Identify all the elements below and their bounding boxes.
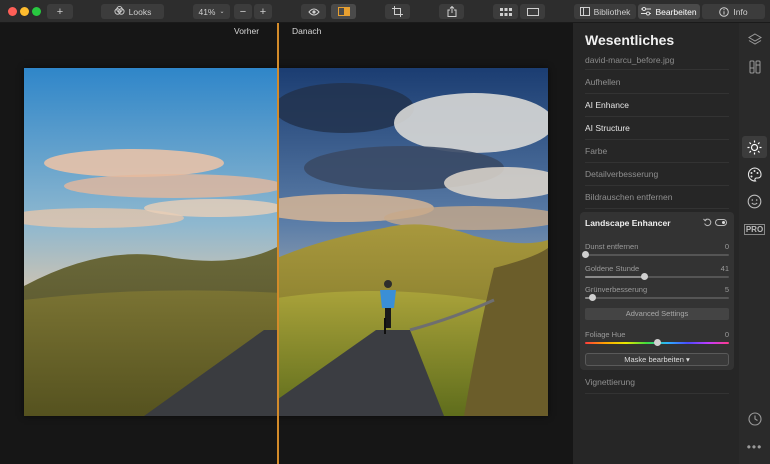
zoom-select[interactable]: 41% ⌄ (193, 4, 230, 19)
slider-label: Grünverbesserung (585, 285, 648, 294)
tool-category-rail: PRO ••• (739, 23, 770, 464)
slider-fill (585, 276, 645, 278)
hue-slider-track[interactable] (585, 339, 729, 346)
section-label: AI Enhance (585, 100, 629, 110)
slider-goldene-stunde[interactable]: Goldene Stunde 41 (585, 264, 729, 284)
sliders-icon (641, 7, 652, 16)
zoom-value: 41% (198, 6, 216, 17)
slider-track[interactable] (581, 251, 729, 258)
tab-label: Bibliothek (593, 6, 631, 17)
section-ai-structure[interactable]: AI Structure (585, 117, 729, 140)
looks-icon (114, 6, 125, 15)
panel-title: Wesentliches (585, 32, 675, 48)
zoom-window-button[interactable] (32, 7, 41, 16)
section-label: Farbe (585, 146, 608, 156)
section-ai-enhance[interactable]: AI Enhance (585, 94, 729, 117)
split-view-icon (337, 7, 350, 16)
share-icon (447, 6, 456, 17)
history-icon[interactable] (746, 410, 763, 427)
crop-button[interactable] (385, 4, 410, 19)
grid-icon (499, 7, 512, 16)
slider-track[interactable] (585, 273, 729, 280)
tool-enable-toggle[interactable] (715, 219, 727, 226)
plus-icon: + (56, 5, 64, 18)
before-label: Vorher (234, 26, 260, 36)
crop-icon (392, 6, 403, 17)
single-image-icon (526, 7, 539, 16)
adjust-sliders-icon[interactable] (746, 58, 763, 75)
section-farbe[interactable]: Farbe (585, 140, 729, 163)
slider-knob[interactable] (581, 251, 589, 258)
minus-icon: − (239, 5, 247, 18)
slider-track[interactable] (585, 294, 729, 301)
slider-value: 41 (720, 264, 729, 273)
slider-foliage-hue[interactable]: Foliage Hue 0 (585, 330, 729, 350)
slider-value: 5 (724, 285, 729, 294)
looks-label: Looks (128, 6, 152, 17)
info-icon (719, 6, 730, 17)
divider (585, 69, 729, 70)
more-icon[interactable]: ••• (746, 438, 763, 455)
sun-icon[interactable] (742, 136, 767, 158)
slider-gruenverbesserung[interactable]: Grünverbesserung 5 (585, 285, 729, 305)
chevron-down-icon: ⌄ (219, 9, 225, 15)
minimize-window-button[interactable] (20, 7, 29, 16)
add-button[interactable]: + (47, 4, 73, 19)
section-label: Detailverbesserung (585, 169, 659, 179)
adjustments-panel: Wesentliches david-marcu_before.jpg Aufh… (573, 23, 739, 464)
eye-icon (307, 8, 320, 15)
file-name: david-marcu_before.jpg (585, 55, 675, 65)
image-canvas[interactable]: Vorher Danach (0, 23, 573, 464)
slider-label: Dunst entfernen (585, 242, 639, 251)
section-label: Bildrauschen entfernen (585, 192, 673, 202)
tab-info[interactable]: Info (702, 4, 765, 19)
pro-label: PRO (743, 224, 766, 235)
edit-mask-button[interactable]: Maske bearbeiten ▾ (585, 353, 729, 366)
slider-label: Foliage Hue (585, 330, 626, 339)
slider-value: 0 (724, 330, 729, 339)
palette-icon[interactable] (746, 166, 763, 183)
section-label: AI Structure (585, 123, 630, 133)
slider-knob[interactable] (588, 294, 596, 301)
slider-knob[interactable] (653, 339, 661, 346)
layers-icon[interactable] (746, 31, 763, 48)
tab-label: Bearbeiten (655, 6, 697, 17)
section-aufhellen[interactable]: Aufhellen (585, 71, 729, 94)
reset-icon[interactable] (703, 218, 712, 227)
landscape-enhancer-tool: Landscape Enhancer Dunst entfernen 0 Gol… (580, 212, 734, 370)
looks-button[interactable]: Looks (101, 4, 164, 19)
compare-button[interactable] (331, 4, 356, 19)
tab-label: Info (733, 6, 748, 17)
zoom-in-button[interactable]: + (254, 4, 272, 19)
single-view-button[interactable] (520, 4, 545, 19)
section-detailverbesserung[interactable]: Detailverbesserung (585, 163, 729, 186)
face-icon[interactable] (746, 193, 763, 210)
after-label: Danach (292, 26, 322, 36)
zoom-out-button[interactable]: − (234, 4, 252, 19)
section-label: Aufhellen (585, 77, 621, 87)
tab-bearbeiten[interactable]: Bearbeiten (638, 4, 700, 19)
pro-badge-icon[interactable]: PRO (743, 221, 766, 238)
advanced-settings-button[interactable]: Advanced Settings (585, 308, 729, 320)
compare-split-handle[interactable] (277, 23, 279, 464)
share-button[interactable] (439, 4, 464, 19)
tab-bibliothek[interactable]: Bibliothek (574, 4, 636, 19)
slider-dunst-entfernen[interactable]: Dunst entfernen 0 (581, 242, 729, 262)
photo-preview (24, 68, 548, 416)
landscape-photo (24, 68, 548, 416)
preview-button[interactable] (301, 4, 326, 19)
section-vignettierung[interactable]: Vignettierung (585, 371, 729, 394)
more-dots: ••• (746, 439, 763, 454)
library-icon (579, 7, 590, 16)
section-bildrauschen[interactable]: Bildrauschen entfernen (585, 186, 729, 209)
toolbar: + Looks 41% ⌄ − + Bibliothek Bearbeiten … (0, 0, 770, 23)
close-window-button[interactable] (8, 7, 17, 16)
slider-knob[interactable] (640, 273, 648, 280)
slider-value: 0 (724, 242, 729, 251)
section-label: Vignettierung (585, 377, 635, 387)
grid-view-button[interactable] (493, 4, 518, 19)
tool-title: Landscape Enhancer (585, 218, 671, 228)
slider-label: Goldene Stunde (585, 264, 640, 273)
plus-icon: + (259, 5, 267, 18)
